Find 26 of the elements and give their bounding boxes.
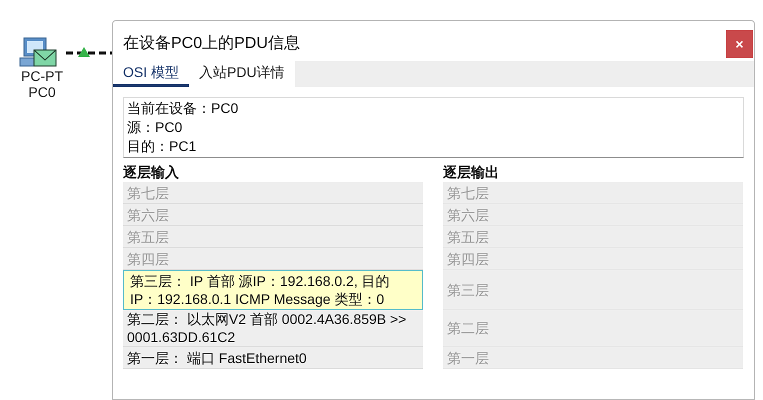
output-layer-row[interactable]: 第一层	[443, 347, 743, 369]
input-layer-row[interactable]: 第五层	[123, 226, 423, 248]
output-layer-row[interactable]: 第五层	[443, 226, 743, 248]
device-type-label: PC-PT	[21, 68, 63, 84]
output-layer-row[interactable]: 第七层	[443, 182, 743, 204]
info-line: 当前在设备：PC0	[127, 99, 240, 118]
input-layer-row[interactable]: 第二层： 以太网V2 首部 0002.4A36.859B >> 0001.63DD.61C2	[123, 310, 423, 347]
info-line: 源：PC0	[127, 118, 184, 137]
close-button[interactable]: ×	[726, 30, 753, 58]
link-line-drawing	[66, 45, 112, 57]
output-layer-row[interactable]: 第三层	[443, 270, 743, 310]
output-layer-row[interactable]: 第二层	[443, 310, 743, 347]
input-layer-row[interactable]: 第六层	[123, 204, 423, 226]
input-layer-row[interactable]: 第四层	[123, 248, 423, 270]
tab[interactable]: 入站PDU详情	[189, 61, 295, 87]
window-title: 在设备PC0上的PDU信息	[123, 34, 300, 54]
column-header: 逐层输入	[123, 163, 180, 182]
device-name-label: PC0	[28, 84, 56, 100]
output-layer-row[interactable]: 第四层	[443, 248, 743, 270]
tab[interactable]: OSI 模型	[113, 61, 190, 87]
input-layer-row[interactable]: 第一层： 端口 FastEthernet0	[123, 347, 423, 369]
input-layer-row[interactable]: 第七层	[123, 182, 423, 204]
input-layer-row[interactable]: 第三层： IP 首部 源IP：192.168.0.2, 目的IP：192.168.0.1 ICMP Message 类型：0	[123, 270, 423, 310]
info-line: 目的：PC1	[127, 137, 198, 156]
column-header: 逐层输出	[443, 163, 500, 182]
output-layer-row[interactable]: 第六层	[443, 204, 743, 226]
